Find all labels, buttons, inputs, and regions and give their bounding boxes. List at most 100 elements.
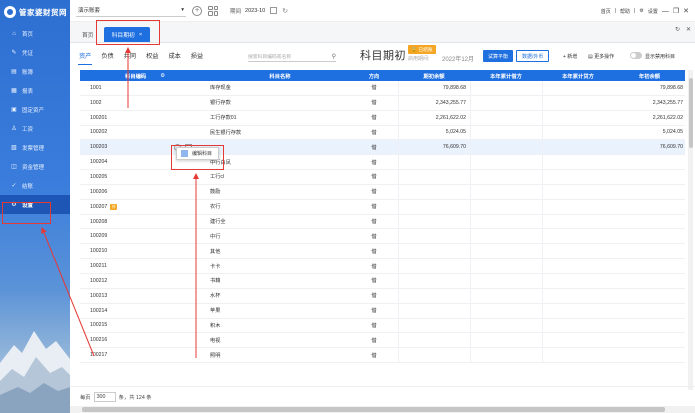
reload-icon[interactable]: ↻	[675, 26, 680, 33]
category-tab-0[interactable]: 资产	[78, 47, 93, 65]
cell-year-credit[interactable]	[542, 333, 614, 348]
category-tab-3[interactable]: 权益	[145, 47, 159, 65]
cell-year-debit[interactable]	[470, 288, 542, 303]
cell-year-credit[interactable]	[542, 81, 614, 95]
table-row[interactable]: 100213 水杯 借	[80, 288, 685, 304]
cell-year-debit[interactable]	[470, 333, 542, 348]
close-window-button[interactable]: ✕	[683, 7, 689, 15]
cell-opening-balance[interactable]: 76,609.70	[398, 140, 470, 155]
cell-year-credit[interactable]	[542, 155, 614, 170]
cell-opening-balance[interactable]: 5,024.05	[398, 125, 470, 140]
cell-opening-balance[interactable]: 2,261,622.02	[398, 110, 470, 125]
cell-year-debit[interactable]	[470, 259, 542, 273]
cell-opening-balance[interactable]: 2,343,255.77	[398, 95, 470, 110]
horizontal-scrollbar[interactable]	[70, 406, 695, 413]
cell-opening-balance[interactable]	[398, 273, 470, 288]
sidebar-item-5[interactable]: ♙ 工资	[0, 119, 70, 138]
cell-opening-balance[interactable]	[398, 288, 470, 303]
sidebar-item-8[interactable]: ✓ 结账	[0, 176, 70, 195]
minimize-button[interactable]: —	[662, 8, 669, 15]
vertical-scrollbar[interactable]	[688, 70, 693, 390]
cell-year-debit[interactable]	[470, 140, 542, 155]
horizontal-scroll-thumb[interactable]	[82, 407, 665, 412]
table-row[interactable]: 1001 库存现金 借 79,898.68 79,898.68	[80, 81, 685, 96]
cell-year-credit[interactable]	[542, 244, 614, 259]
cell-opening-balance[interactable]	[398, 318, 470, 333]
category-tab-5[interactable]: 损益	[190, 47, 204, 65]
table-row[interactable]: 100208 建行全 借	[80, 214, 685, 230]
period-picker[interactable]: 期间 2023-10 ↻	[230, 7, 288, 15]
sidebar-item-1[interactable]: ✎ 凭证	[0, 43, 70, 62]
cell-year-credit[interactable]	[542, 214, 614, 229]
cell-year-credit[interactable]	[542, 303, 614, 318]
cell-year-credit[interactable]	[542, 288, 614, 303]
cell-year-debit[interactable]	[470, 81, 542, 95]
show-disabled-toggle[interactable]	[630, 52, 642, 59]
top-link-help[interactable]: 帮助	[620, 8, 630, 15]
search-input[interactable]: 搜索科目编码或名称 ⚲	[248, 51, 336, 62]
cell-year-credit[interactable]	[542, 125, 614, 140]
cell-year-debit[interactable]	[470, 170, 542, 184]
sidebar-item-4[interactable]: ▣ 固定资产	[0, 100, 70, 119]
cell-year-credit[interactable]	[542, 348, 614, 363]
table-row[interactable]: 100205 工行cl 借	[80, 170, 685, 185]
column-settings-icon[interactable]: ⚙	[160, 73, 165, 79]
trial-balance-button[interactable]: 试算平衡	[483, 50, 514, 62]
table-row[interactable]: 100212 书籍 借	[80, 273, 685, 289]
table-row[interactable]: 100201 工行存款01 借 2,261,622.02 2,261,622.02	[80, 110, 685, 126]
table-row[interactable]: 100202 民生银行存款 借 5,024.05 5,024.05	[80, 125, 685, 141]
calendar-icon[interactable]	[270, 7, 278, 14]
cell-year-debit[interactable]	[470, 273, 542, 288]
table-row[interactable]: 100214 苹果 借	[80, 303, 685, 319]
category-tab-1[interactable]: 负债	[100, 47, 114, 65]
account-select[interactable]: 演示账套 ▾	[76, 5, 186, 17]
table-row[interactable]: 100211 卡卡 借	[80, 259, 685, 274]
table-row[interactable]: 100210 其他 借	[80, 244, 685, 260]
cell-year-credit[interactable]	[542, 273, 614, 288]
cell-year-credit[interactable]	[542, 199, 614, 214]
table-row[interactable]: 100216 电视 借	[80, 333, 685, 349]
category-tab-2[interactable]: 共同	[123, 47, 137, 65]
cell-year-debit[interactable]	[470, 125, 542, 140]
table-row[interactable]: 100207 外 农行 借	[80, 199, 685, 215]
data-currency-button[interactable]: 数据/外币	[516, 50, 550, 62]
per-page-input[interactable]: 300	[93, 391, 116, 402]
cell-year-debit[interactable]	[470, 95, 542, 110]
maximize-button[interactable]: ❐	[673, 7, 679, 15]
cell-year-debit[interactable]	[470, 229, 542, 244]
cell-year-debit[interactable]	[470, 303, 542, 318]
add-button[interactable]: + 新增	[563, 53, 577, 60]
cell-year-credit[interactable]	[542, 110, 614, 125]
cell-opening-balance[interactable]	[398, 333, 470, 348]
table-row[interactable]: 1002 银行存款 借 2,343,255.77 2,343,255.77	[80, 95, 685, 111]
cell-year-debit[interactable]	[470, 244, 542, 259]
cell-year-credit[interactable]	[542, 318, 614, 333]
settings-gear-icon[interactable]: ⚙	[639, 8, 643, 14]
sidebar-item-7[interactable]: ◫ 资金管理	[0, 157, 70, 176]
cell-year-debit[interactable]	[470, 214, 542, 229]
cell-year-debit[interactable]	[470, 348, 542, 363]
cell-year-debit[interactable]	[470, 318, 542, 333]
cell-year-debit[interactable]	[470, 110, 542, 125]
top-link-settings[interactable]: 设置	[648, 8, 658, 15]
apps-grid-icon[interactable]	[208, 5, 218, 16]
cell-opening-balance[interactable]	[398, 348, 470, 363]
cell-year-debit[interactable]	[470, 184, 542, 199]
cell-year-credit[interactable]	[542, 184, 614, 199]
table-row[interactable]: 100215 积木 借	[80, 318, 685, 334]
sidebar-item-0[interactable]: ⌂ 首页	[0, 24, 70, 43]
cell-year-credit[interactable]	[542, 259, 614, 273]
category-tab-4[interactable]: 成本	[168, 47, 182, 65]
cell-opening-balance[interactable]	[398, 199, 470, 214]
table-row[interactable]: 100206 鼓励 借	[80, 184, 685, 200]
cell-opening-balance[interactable]	[398, 214, 470, 229]
cell-opening-balance[interactable]	[398, 184, 470, 199]
vertical-scroll-thumb[interactable]	[688, 78, 693, 148]
cell-opening-balance[interactable]	[398, 170, 470, 184]
top-link-home[interactable]: 首页	[601, 8, 611, 15]
cell-opening-balance[interactable]: 79,898.68	[398, 81, 470, 95]
sidebar-item-2[interactable]: ▤ 账簿	[0, 62, 70, 81]
more-actions-button[interactable]: ▤ 更多操作	[588, 53, 614, 60]
cell-year-credit[interactable]	[542, 95, 614, 110]
add-circle-icon[interactable]: +	[192, 5, 202, 16]
